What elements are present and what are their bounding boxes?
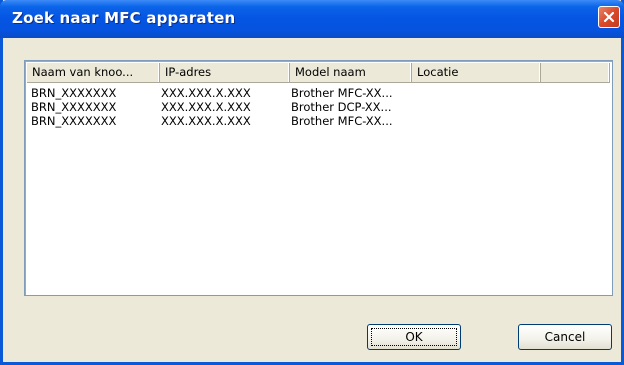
column-header-model[interactable]: Model naam xyxy=(290,63,412,82)
cell-node-name: BRN_XXXXXXX xyxy=(31,114,117,128)
column-header-name[interactable]: Naam van knoo... xyxy=(27,63,160,82)
cell-model-name: Brother MFC-XX... xyxy=(291,86,393,100)
close-button[interactable] xyxy=(598,6,620,28)
dialog-window: Zoek naar MFC apparaten Naam van knoo...… xyxy=(0,0,624,365)
cell-ip-address: XXX.XXX.X.XXX xyxy=(161,86,251,100)
ok-button-label: OK xyxy=(371,328,457,346)
cell-ip-address: XXX.XXX.X.XXX xyxy=(161,100,251,114)
cell-node-name: BRN_XXXXXXX xyxy=(31,86,117,100)
column-header-empty[interactable] xyxy=(541,63,610,82)
table-row[interactable]: BRN_XXXXXXX XXX.XXX.X.XXX Brother MFC-XX… xyxy=(29,86,589,100)
column-header-location[interactable]: Locatie xyxy=(412,63,541,82)
table-row[interactable]: BRN_XXXXXXX XXX.XXX.X.XXX Brother DCP-XX… xyxy=(29,100,589,114)
window-title: Zoek naar MFC apparaten xyxy=(12,9,236,27)
title-bar[interactable]: Zoek naar MFC apparaten xyxy=(0,0,624,38)
cell-model-name: Brother MFC-XX... xyxy=(291,114,393,128)
cancel-button[interactable]: Cancel xyxy=(518,324,612,350)
cell-ip-address: XXX.XXX.X.XXX xyxy=(161,114,251,128)
close-icon xyxy=(603,11,615,23)
ok-button[interactable]: OK xyxy=(367,324,461,350)
cell-model-name: Brother DCP-XX... xyxy=(291,100,392,114)
column-header-ip[interactable]: IP-adres xyxy=(160,63,290,82)
device-list[interactable]: Naam van knoo... IP-adres Model naam Loc… xyxy=(24,60,613,296)
list-header: Naam van knoo... IP-adres Model naam Loc… xyxy=(27,63,610,83)
table-row[interactable]: BRN_XXXXXXX XXX.XXX.X.XXX Brother MFC-XX… xyxy=(29,114,589,128)
cell-node-name: BRN_XXXXXXX xyxy=(31,100,117,114)
list-rows: BRN_XXXXXXX XXX.XXX.X.XXX Brother MFC-XX… xyxy=(29,86,589,128)
